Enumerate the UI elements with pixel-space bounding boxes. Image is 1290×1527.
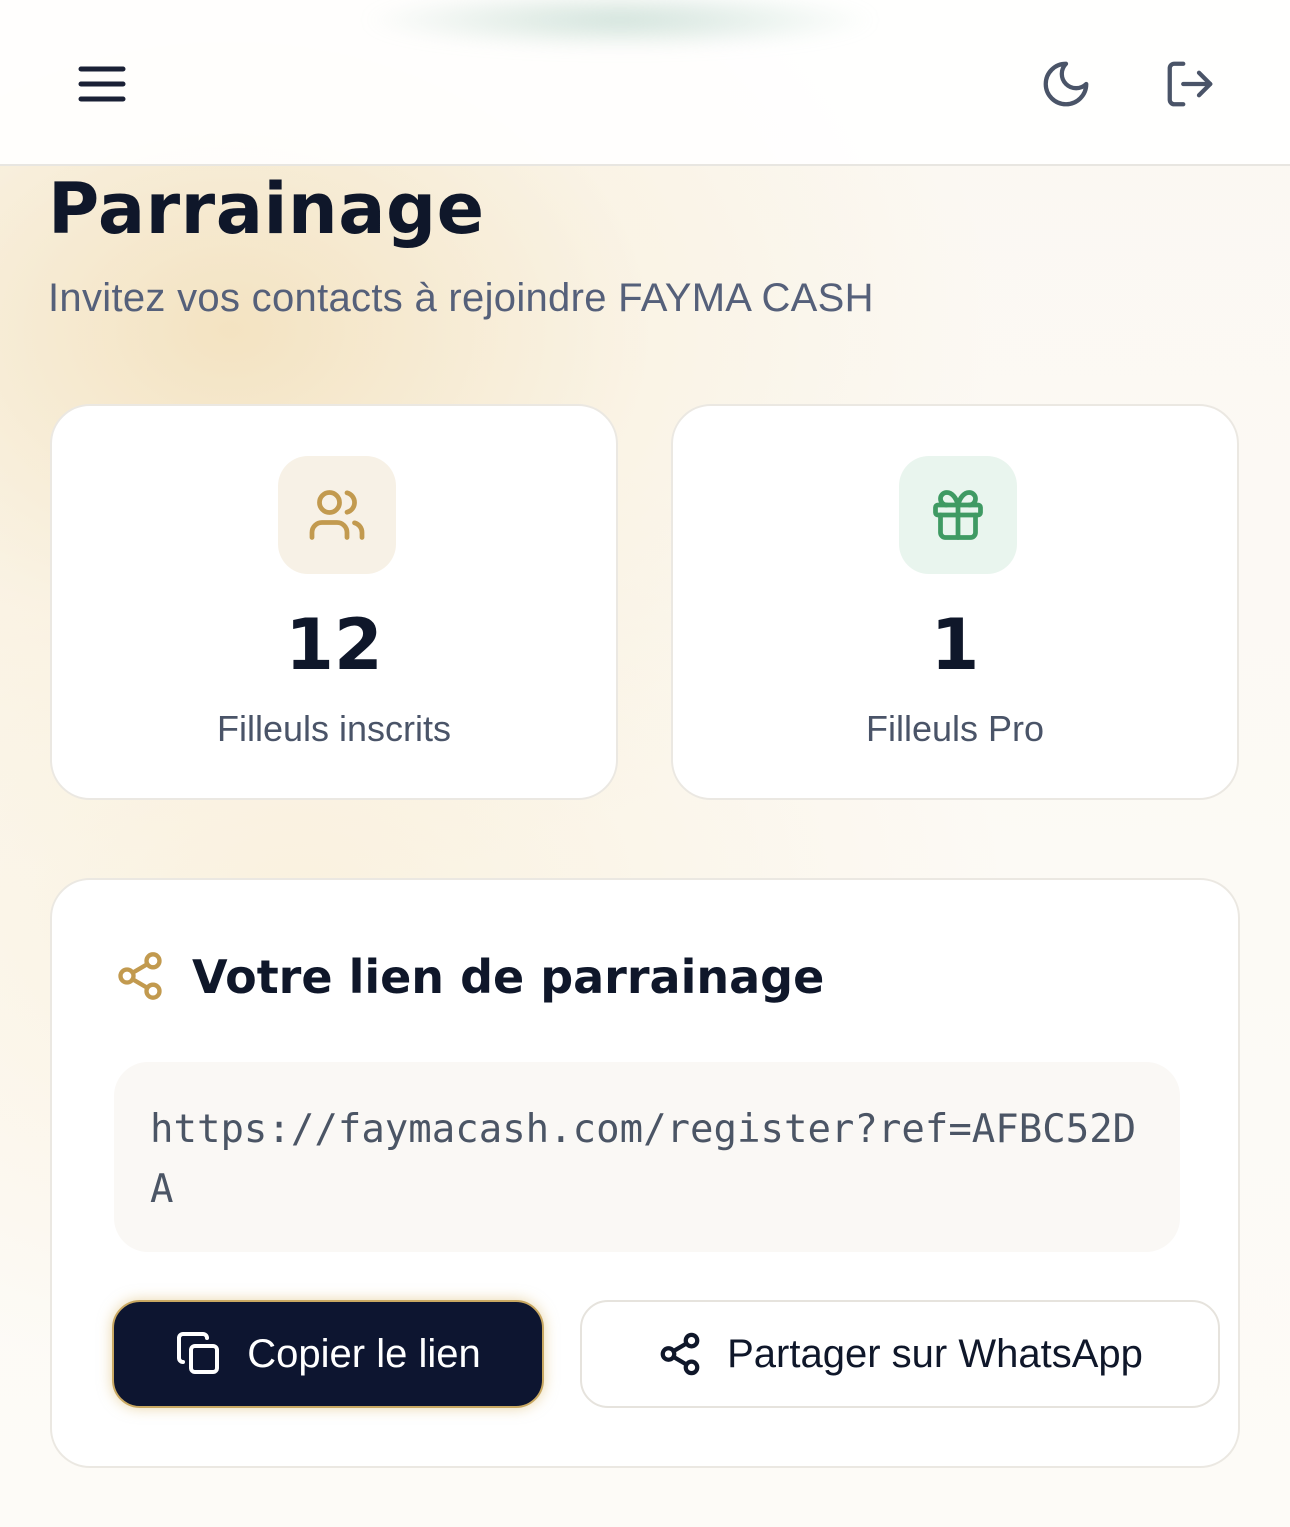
- stat-label: Filleuls inscrits: [216, 708, 452, 749]
- theme-toggle-button[interactable]: [1034, 52, 1098, 116]
- share-whatsapp-label: Partager sur WhatsApp: [727, 1331, 1143, 1376]
- gift-icon: [933, 490, 983, 540]
- stat-value: 1: [930, 604, 980, 686]
- page-title: Parrainage: [48, 168, 485, 250]
- top-bar-blur: [360, 0, 880, 50]
- share-icon: [118, 952, 162, 1000]
- moon-icon: [1043, 61, 1089, 107]
- stat-icon-container: [278, 456, 396, 574]
- page-subtitle: Invitez vos contacts à rejoindre FAYMA C…: [48, 276, 874, 320]
- stat-card-registered: 12 Filleuls inscrits: [50, 404, 618, 800]
- logout-button[interactable]: [1158, 52, 1222, 116]
- top-bar: [0, 0, 1290, 166]
- copy-link-button[interactable]: Copier le lien: [112, 1300, 544, 1408]
- referral-link-text: https://faymacash.com/register?ref=AFBC5…: [150, 1107, 1137, 1212]
- share-icon: [660, 1332, 700, 1376]
- logout-icon: [1167, 61, 1213, 107]
- hamburger-menu-icon: [78, 66, 126, 102]
- stat-icon-container: [899, 456, 1017, 574]
- menu-button[interactable]: [70, 52, 134, 116]
- copy-icon: [177, 1332, 220, 1374]
- referral-link-card: Votre lien de parrainage https://faymaca…: [50, 878, 1240, 1468]
- stat-card-pro: 1 Filleuls Pro: [671, 404, 1239, 800]
- users-icon: [309, 490, 365, 540]
- referral-card-title: Votre lien de parrainage: [192, 950, 825, 1004]
- referral-link-box[interactable]: https://faymacash.com/register?ref=AFBC5…: [114, 1062, 1180, 1252]
- share-whatsapp-button[interactable]: Partager sur WhatsApp: [580, 1300, 1220, 1408]
- stat-value: 12: [285, 604, 383, 686]
- copy-link-label: Copier le lien: [247, 1331, 481, 1376]
- stat-label: Filleuls Pro: [865, 708, 1045, 749]
